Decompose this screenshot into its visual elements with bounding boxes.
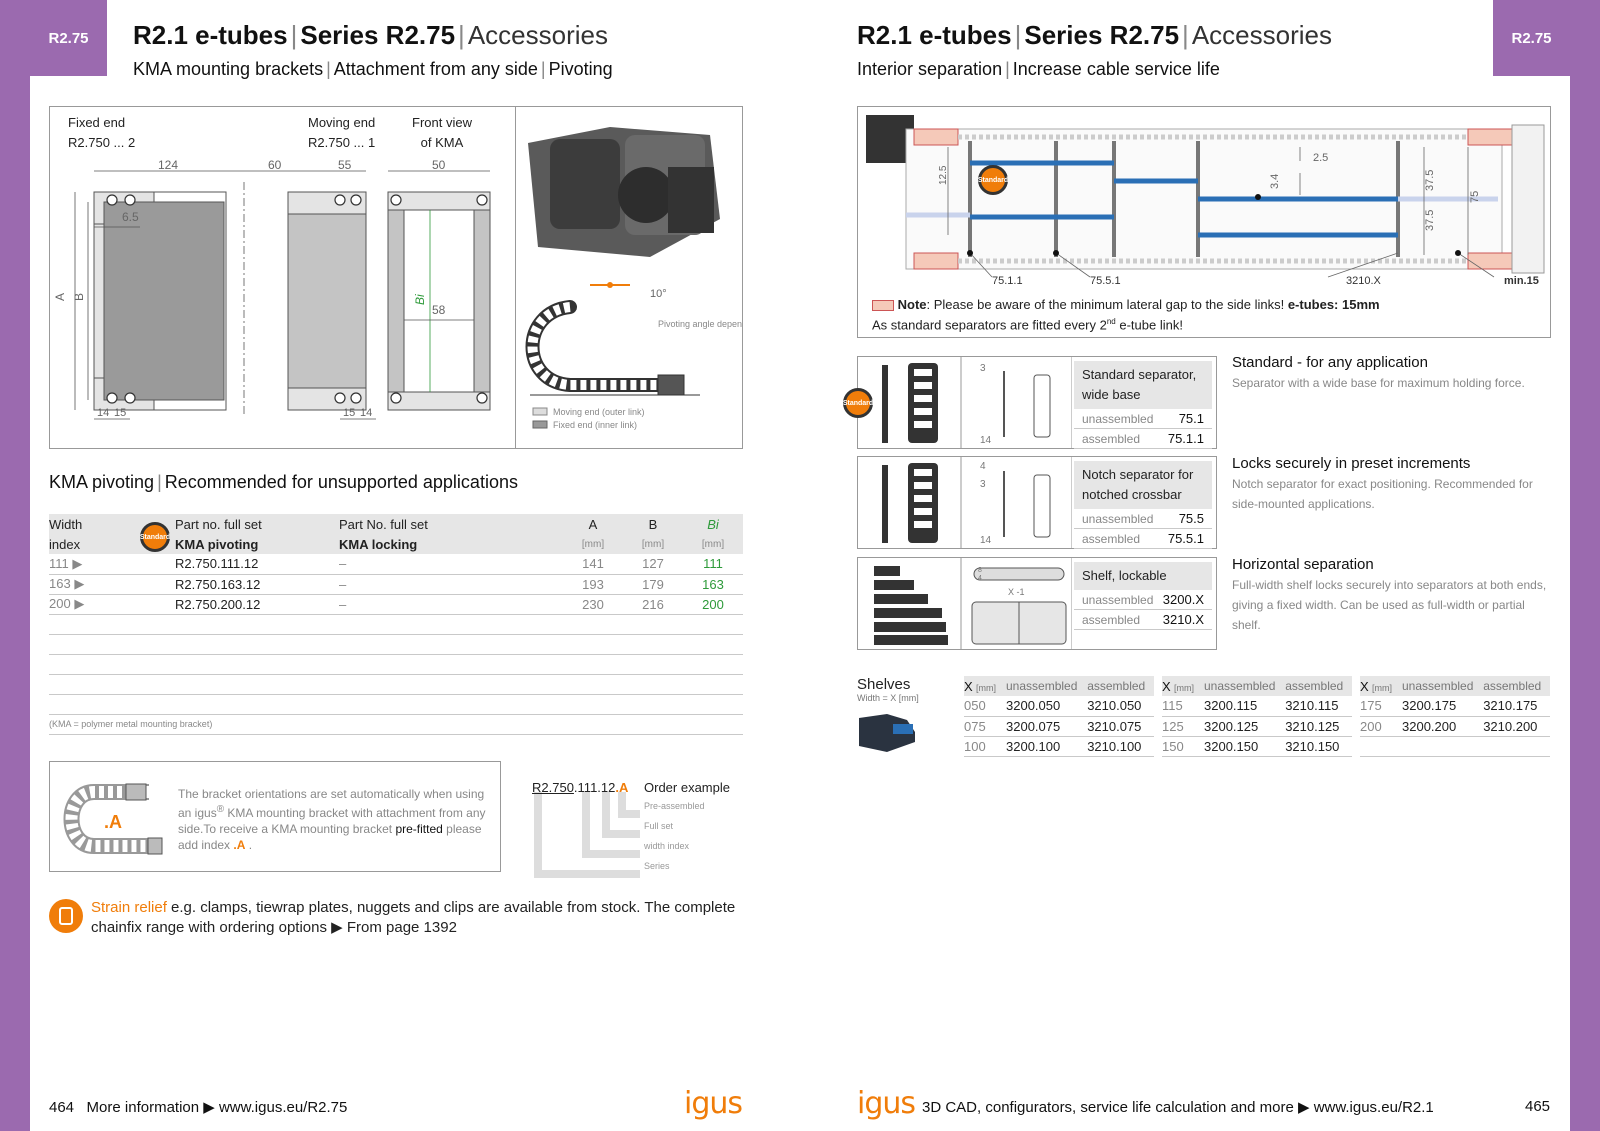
svg-text:4: 4 [978, 575, 982, 582]
igus-logo-left: igus [684, 1086, 743, 1121]
order-example: R2.750.111.12.A Order example Pre-assemb… [532, 780, 747, 878]
diagram-note: Note: Please be aware of the minimum lat… [872, 297, 1380, 312]
option-notch-description: Locks securely in preset increments Notc… [1232, 455, 1533, 511]
dim-A: A [53, 293, 67, 301]
option-shelf-description: Horizontal separation Full-width shelf l… [1232, 556, 1547, 632]
dim-14b: 14 [360, 407, 372, 419]
svg-text:75.5.1: 75.5.1 [1090, 275, 1121, 287]
shelves-table-col3: X [mm] unassembled assembled 175 3200.175 32… [1360, 676, 1550, 757]
pivot-chain-sketch [525, 282, 700, 396]
section-tab-left: R2.75 [30, 0, 107, 76]
dim-50: 50 [432, 158, 446, 172]
option-shelf-lockable: X -1 8 4 Shelf, lockable unassembled 3200… [857, 557, 1217, 650]
svg-text:3.4: 3.4 [1269, 174, 1281, 189]
option-standard-description: Standard - for any application Separator… [1232, 354, 1525, 390]
svg-text:37.5: 37.5 [1424, 210, 1436, 231]
separation-diagram-box: 2.5 3.4 37.5 37.5 75 12.5 75.1.1 75.5.1 … [857, 106, 1551, 338]
dim-15b: 15 [343, 407, 355, 419]
svg-text:14: 14 [980, 435, 992, 446]
interior-separation-diagram: 2.5 3.4 37.5 37.5 75 12.5 75.1.1 75.5.1 … [866, 115, 1545, 287]
kma-drawing-box: 124 60 55 50 6.5 58 14 15 15 14 A B Bi 1… [49, 106, 743, 449]
svg-text:3210.X: 3210.X [1346, 275, 1382, 287]
kma-technical-drawing: 124 60 55 50 6.5 58 14 15 15 14 A B Bi 1… [53, 127, 742, 430]
standard-badge-option: Standard [843, 388, 873, 418]
svg-text:75.1.1: 75.1.1 [992, 275, 1023, 287]
front-view-label: Front view of KMA [412, 115, 472, 150]
shelves-title: Shelves Width = X [mm] [857, 676, 919, 703]
svg-text:4: 4 [980, 461, 986, 472]
diagram-note-2: As standard separators are fitted every … [872, 317, 1183, 333]
svg-text:3: 3 [980, 479, 986, 490]
svg-text:X -1: X -1 [1008, 587, 1025, 597]
svg-text:min.15: min.15 [1504, 275, 1539, 287]
svg-text:.A: .A [104, 812, 122, 832]
dim-B: B [72, 293, 86, 301]
table-footnote: (KMA = polymer metal mounting bracket) [49, 714, 743, 735]
svg-text:12.5: 12.5 [938, 165, 949, 185]
legend-fixed-end: Fixed end (inner link) [553, 420, 637, 430]
svg-text:37.5: 37.5 [1424, 170, 1436, 191]
dim-15a: 15 [114, 407, 126, 419]
fixed-end-label: Fixed end R2.750 ... 2 [68, 115, 136, 150]
page-subtitle-right: Interior separation | Increase cable servi… [857, 59, 1220, 79]
page-title-left: R2.1 e-tubes | Series R2.75 | Accessories [133, 20, 608, 50]
page-title-right: R2.1 e-tubes | Series R2.75 | Accessories [857, 20, 1332, 50]
section-tab-right: R2.75 [1493, 0, 1570, 76]
dim-58: 58 [432, 303, 446, 317]
moving-end-label: Moving end R2.750 ... 1 [308, 115, 376, 150]
svg-text:75: 75 [1469, 191, 1481, 203]
bracket-orientation-note: .A The bracket orientations are set auto… [49, 761, 501, 872]
table-row: 163 ▶ R2.750.163.12– 193 179 163 [49, 574, 743, 595]
kma-bracket-photo [528, 127, 720, 257]
dim-55: 55 [338, 158, 352, 172]
strain-relief-text: Strain relief e.g. clamps, tiewrap plate… [91, 899, 736, 936]
dim-124: 124 [158, 158, 178, 172]
shelf-image [857, 714, 917, 754]
dim-14a: 14 [97, 407, 109, 419]
igus-logo-right: igus [857, 1086, 916, 1121]
svg-text:14: 14 [980, 535, 992, 546]
svg-text:2.5: 2.5 [1313, 152, 1328, 164]
pivot-angle: 10° [650, 288, 667, 300]
shelves-table-col2: X [mm] unassembled assembled 115 3200.115 32… [1162, 676, 1352, 757]
footer-right-page: 465 [1525, 1098, 1551, 1115]
strain-relief-icon [49, 899, 83, 933]
footer-right-text: 3D CAD, configurators, service life calc… [922, 1099, 1434, 1116]
dim-Bi: Bi [413, 294, 427, 305]
dim-6-5: 6.5 [122, 210, 139, 224]
table-row: 111 ▶ R2.750.111.12– 141 127 111 [49, 554, 743, 575]
svg-text:3: 3 [980, 363, 986, 374]
left-edge-bar [0, 0, 30, 1131]
pivot-note: Pivoting angle depends on radius [658, 319, 742, 329]
option-standard-separator: 3 14 Standard separator, wide base unass… [857, 356, 1217, 449]
right-edge-bar [1570, 0, 1600, 1131]
shelves-table-col1: X [mm] unassembled assembled 050 3200.050 32… [964, 676, 1154, 757]
standard-badge: Standard [140, 522, 170, 552]
bracket-orientation-icon: .A [63, 783, 163, 855]
option-notch-separator: 4 3 14 Notch separator for notched cross… [857, 456, 1217, 549]
svg-text:8: 8 [978, 567, 982, 574]
legend-moving-end: Moving end (outer link) [553, 407, 645, 417]
dim-60: 60 [268, 158, 282, 172]
page-subtitle-left: KMA mounting brackets | Attachment from an… [133, 59, 613, 79]
standard-badge-diagram: Standard [978, 165, 1008, 195]
footer-left: 464 More information ▶ www.igus.eu/R2.75 [49, 1099, 348, 1116]
section-title-kma-pivoting: KMA pivoting | Recommended for unsupported… [49, 472, 518, 492]
table-row: 200 ▶ R2.750.200.12– 230 216 200 [49, 594, 743, 615]
